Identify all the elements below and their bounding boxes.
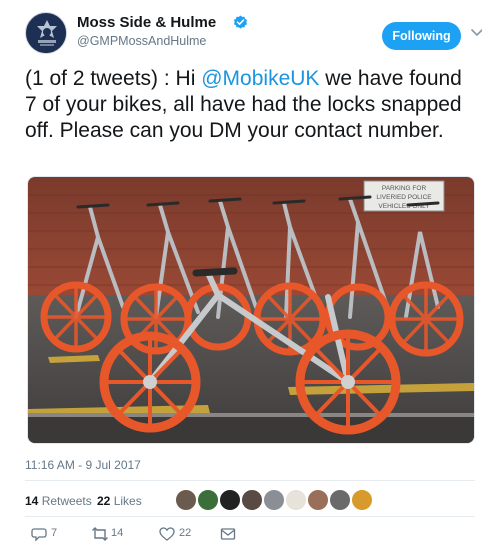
liker-avatar[interactable] bbox=[351, 489, 373, 511]
divider-bottom bbox=[25, 516, 475, 517]
retweet-icon bbox=[92, 527, 108, 541]
liker-avatar[interactable] bbox=[219, 489, 241, 511]
sign-line-2: LIVERIED POLICE bbox=[376, 194, 432, 201]
likes-count: 22 bbox=[97, 494, 111, 508]
account-avatar[interactable] bbox=[25, 12, 67, 54]
liker-avatar[interactable] bbox=[285, 489, 307, 511]
reply-count: 7 bbox=[51, 527, 58, 539]
tweet-text: (1 of 2 tweets) : Hi @MobikeUK we have f… bbox=[25, 66, 465, 144]
like-icon bbox=[159, 527, 175, 541]
liker-avatar[interactable] bbox=[307, 489, 329, 511]
chevron-down-icon[interactable] bbox=[471, 28, 482, 38]
like-count: 22 bbox=[179, 527, 192, 539]
likes-label: Likes bbox=[113, 494, 142, 508]
liker-avatar[interactable] bbox=[263, 489, 285, 511]
retweets-label: Retweets bbox=[41, 494, 92, 508]
tweet-header: Moss Side & Hulme @GMPMossAndHulme Follo… bbox=[25, 12, 482, 56]
verified-badge-icon bbox=[233, 15, 248, 29]
bikes-photo-image: PARKING FOR LIVERIED POLICE VEHICLES ONL… bbox=[28, 177, 474, 443]
liker-avatar[interactable] bbox=[175, 489, 197, 511]
retweet-count: 14 bbox=[111, 527, 124, 539]
message-icon bbox=[220, 528, 236, 540]
following-button[interactable]: Following bbox=[382, 22, 461, 50]
liker-avatar[interactable] bbox=[241, 489, 263, 511]
liker-avatar[interactable] bbox=[329, 489, 351, 511]
tweet-prefix: (1 of 2 tweets) : Hi bbox=[25, 67, 202, 90]
tweet-photo[interactable]: PARKING FOR LIVERIED POLICE VEHICLES ONL… bbox=[27, 176, 475, 444]
police-badge-icon bbox=[27, 14, 66, 53]
account-name[interactable]: Moss Side & Hulme bbox=[77, 14, 216, 31]
sign-line-1: PARKING FOR bbox=[382, 185, 427, 192]
account-handle[interactable]: @GMPMossAndHulme bbox=[77, 34, 206, 48]
reply-icon bbox=[31, 528, 47, 542]
liker-avatar[interactable] bbox=[197, 489, 219, 511]
mention-link[interactable]: @MobikeUK bbox=[201, 67, 319, 90]
likes-stat[interactable]: 22 Likes bbox=[97, 494, 142, 508]
tweet-actions: 7 14 22 bbox=[25, 524, 325, 544]
retweets-stat[interactable]: 14 Retweets bbox=[25, 494, 92, 508]
tweet-timestamp[interactable]: 11:16 AM - 9 Jul 2017 bbox=[25, 458, 141, 472]
divider-top bbox=[25, 480, 475, 481]
retweets-count: 14 bbox=[25, 494, 39, 508]
